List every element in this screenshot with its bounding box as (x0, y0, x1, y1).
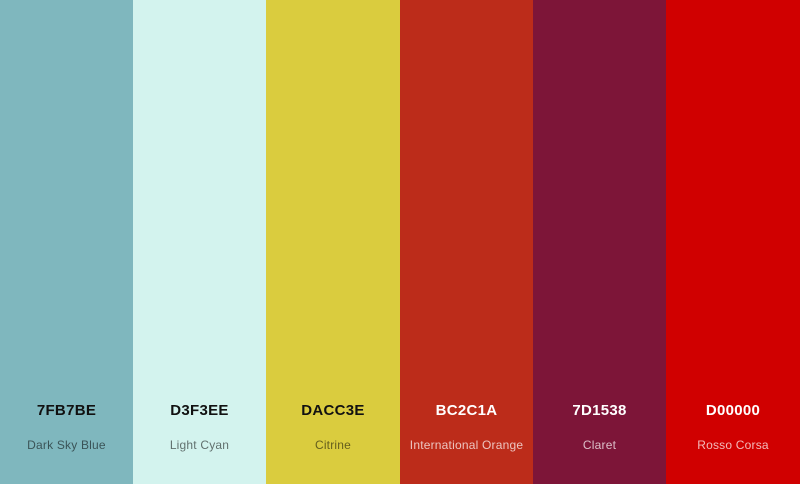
swatch-light-cyan[interactable]: D3F3EE Light Cyan (133, 0, 266, 484)
swatch-rosso-corsa[interactable]: D00000 Rosso Corsa (666, 0, 800, 484)
swatch-hex-code[interactable]: BC2C1A (400, 402, 533, 419)
swatch-international-orange[interactable]: BC2C1A International Orange (400, 0, 533, 484)
swatch-dark-sky-blue[interactable]: 7FB7BE Dark Sky Blue (0, 0, 133, 484)
swatch-color-name: Citrine (314, 438, 352, 452)
swatch-hex-code[interactable]: 7D1538 (533, 402, 666, 419)
swatch-hex-code[interactable]: 7FB7BE (0, 402, 133, 419)
swatch-color-name: Dark Sky Blue (27, 438, 106, 452)
swatch-hex-code[interactable]: DACC3E (266, 402, 400, 419)
swatch-claret[interactable]: 7D1538 Claret (533, 0, 666, 484)
color-palette: 7FB7BE Dark Sky Blue D3F3EE Light Cyan D… (0, 0, 800, 484)
swatch-color-name: International Orange (409, 438, 524, 452)
swatch-color-name: Rosso Corsa (697, 438, 769, 452)
swatch-hex-code[interactable]: D3F3EE (133, 402, 266, 419)
swatch-color-name: Claret (582, 438, 617, 452)
swatch-citrine[interactable]: DACC3E Citrine (266, 0, 400, 484)
swatch-hex-code[interactable]: D00000 (666, 402, 800, 419)
swatch-color-name: Light Cyan (169, 438, 230, 452)
